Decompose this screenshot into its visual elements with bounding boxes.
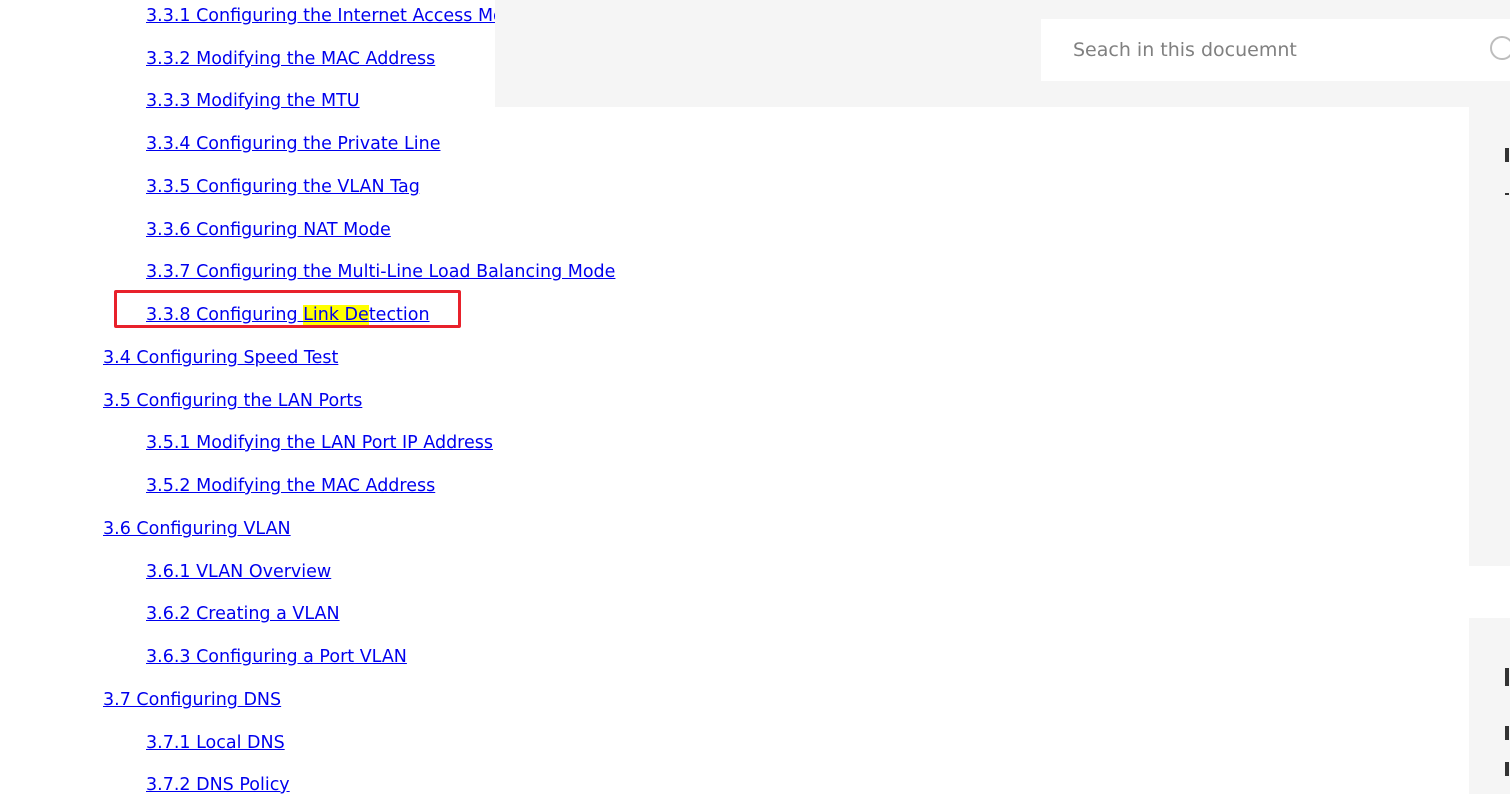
toc-link-3-6-1[interactable]: 3.6.1 VLAN Overview [146, 560, 331, 584]
toc-link-3-6[interactable]: 3.6 Configuring VLAN [103, 517, 291, 541]
side-panel [1469, 107, 1510, 566]
side-panel-lower [1469, 618, 1510, 794]
toc-link-3-5-2[interactable]: 3.5.2 Modifying the MAC Address [146, 474, 435, 498]
clipped-text-glyph [1505, 668, 1509, 686]
search-match-highlight: Link De [303, 305, 369, 325]
toc-link-3-4[interactable]: 3.4 Configuring Speed Test [103, 346, 338, 370]
document-page: 3.3.1 Configuring the Internet Access Mo… [0, 0, 1510, 794]
toc-link-3-3-4[interactable]: 3.3.4 Configuring the Private Line [146, 132, 440, 156]
clipped-text-glyph [1505, 762, 1509, 776]
toc-link-3-3-2[interactable]: 3.3.2 Modifying the MAC Address [146, 47, 435, 71]
toc-link-3-7[interactable]: 3.7 Configuring DNS [103, 688, 281, 712]
clipped-text-glyph [1505, 193, 1509, 195]
table-of-contents: 3.3.1 Configuring the Internet Access Mo… [0, 0, 615, 794]
toc-link-3-5[interactable]: 3.5 Configuring the LAN Ports [103, 389, 362, 413]
toc-link-3-3-8[interactable]: 3.3.8 Configuring Link Detection [146, 303, 430, 327]
toc-link-3-7-2[interactable]: 3.7.2 DNS Policy [146, 773, 290, 794]
clipped-text-glyph [1505, 148, 1509, 162]
header-panel [495, 0, 1510, 107]
toc-link-text: 3.3.8 Configuring [146, 305, 304, 325]
clipped-text-glyph [1505, 726, 1509, 740]
toc-link-3-5-1[interactable]: 3.5.1 Modifying the LAN Port IP Address [146, 431, 493, 455]
toc-item-clip: 3.3.1 Configuring the Internet Access Mo… [146, 4, 495, 30]
toc-link-3-3-1[interactable]: 3.3.1 Configuring the Internet Access Mo… [146, 4, 495, 28]
search-box[interactable] [1041, 19, 1510, 81]
search-input[interactable] [1071, 38, 1489, 62]
toc-link-3-6-2[interactable]: 3.6.2 Creating a VLAN [146, 602, 340, 626]
toc-link-3-3-5[interactable]: 3.3.5 Configuring the VLAN Tag [146, 175, 420, 199]
toc-link-3-7-1[interactable]: 3.7.1 Local DNS [146, 731, 285, 755]
toc-link-text: tection [368, 305, 430, 325]
toc-link-3-6-3[interactable]: 3.6.3 Configuring a Port VLAN [146, 645, 407, 669]
toc-link-3-3-7[interactable]: 3.3.7 Configuring the Multi-Line Load Ba… [146, 260, 615, 284]
toc-link-3-3-3[interactable]: 3.3.3 Modifying the MTU [146, 89, 360, 113]
toc-link-3-3-6[interactable]: 3.3.6 Configuring NAT Mode [146, 218, 391, 242]
search-icon[interactable] [1489, 35, 1510, 65]
